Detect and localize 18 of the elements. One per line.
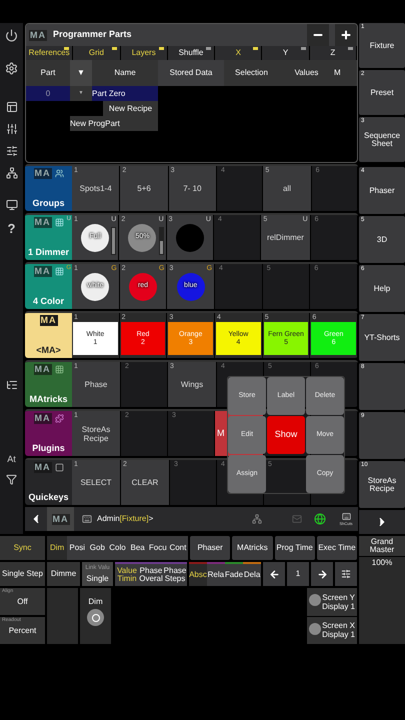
pool-name: Groups [32, 199, 64, 208]
pool-name: 4 Color [32, 297, 64, 306]
ma-logo: MA [34, 266, 52, 277]
grand-master-label: Grand Master [359, 536, 405, 556]
ma-logo: MA [34, 364, 52, 375]
pool-name: 1 Dimmer [28, 248, 70, 257]
ma-logo: MA [29, 30, 47, 40]
window-title: Programmer Parts [53, 28, 132, 42]
pool-name: Plugins [32, 444, 65, 453]
pool-name: Quickeys [28, 493, 69, 502]
ma-logo: MA [34, 413, 52, 424]
ma-logo: MA [34, 217, 52, 228]
ma-logo: MA [52, 514, 70, 524]
pool-name: <MA> [36, 346, 61, 355]
pool-name: MAtricks [29, 395, 68, 404]
ma-logo: MA [34, 462, 52, 473]
ma-logo: MA [34, 168, 52, 179]
ma-logo: MA [40, 315, 58, 326]
